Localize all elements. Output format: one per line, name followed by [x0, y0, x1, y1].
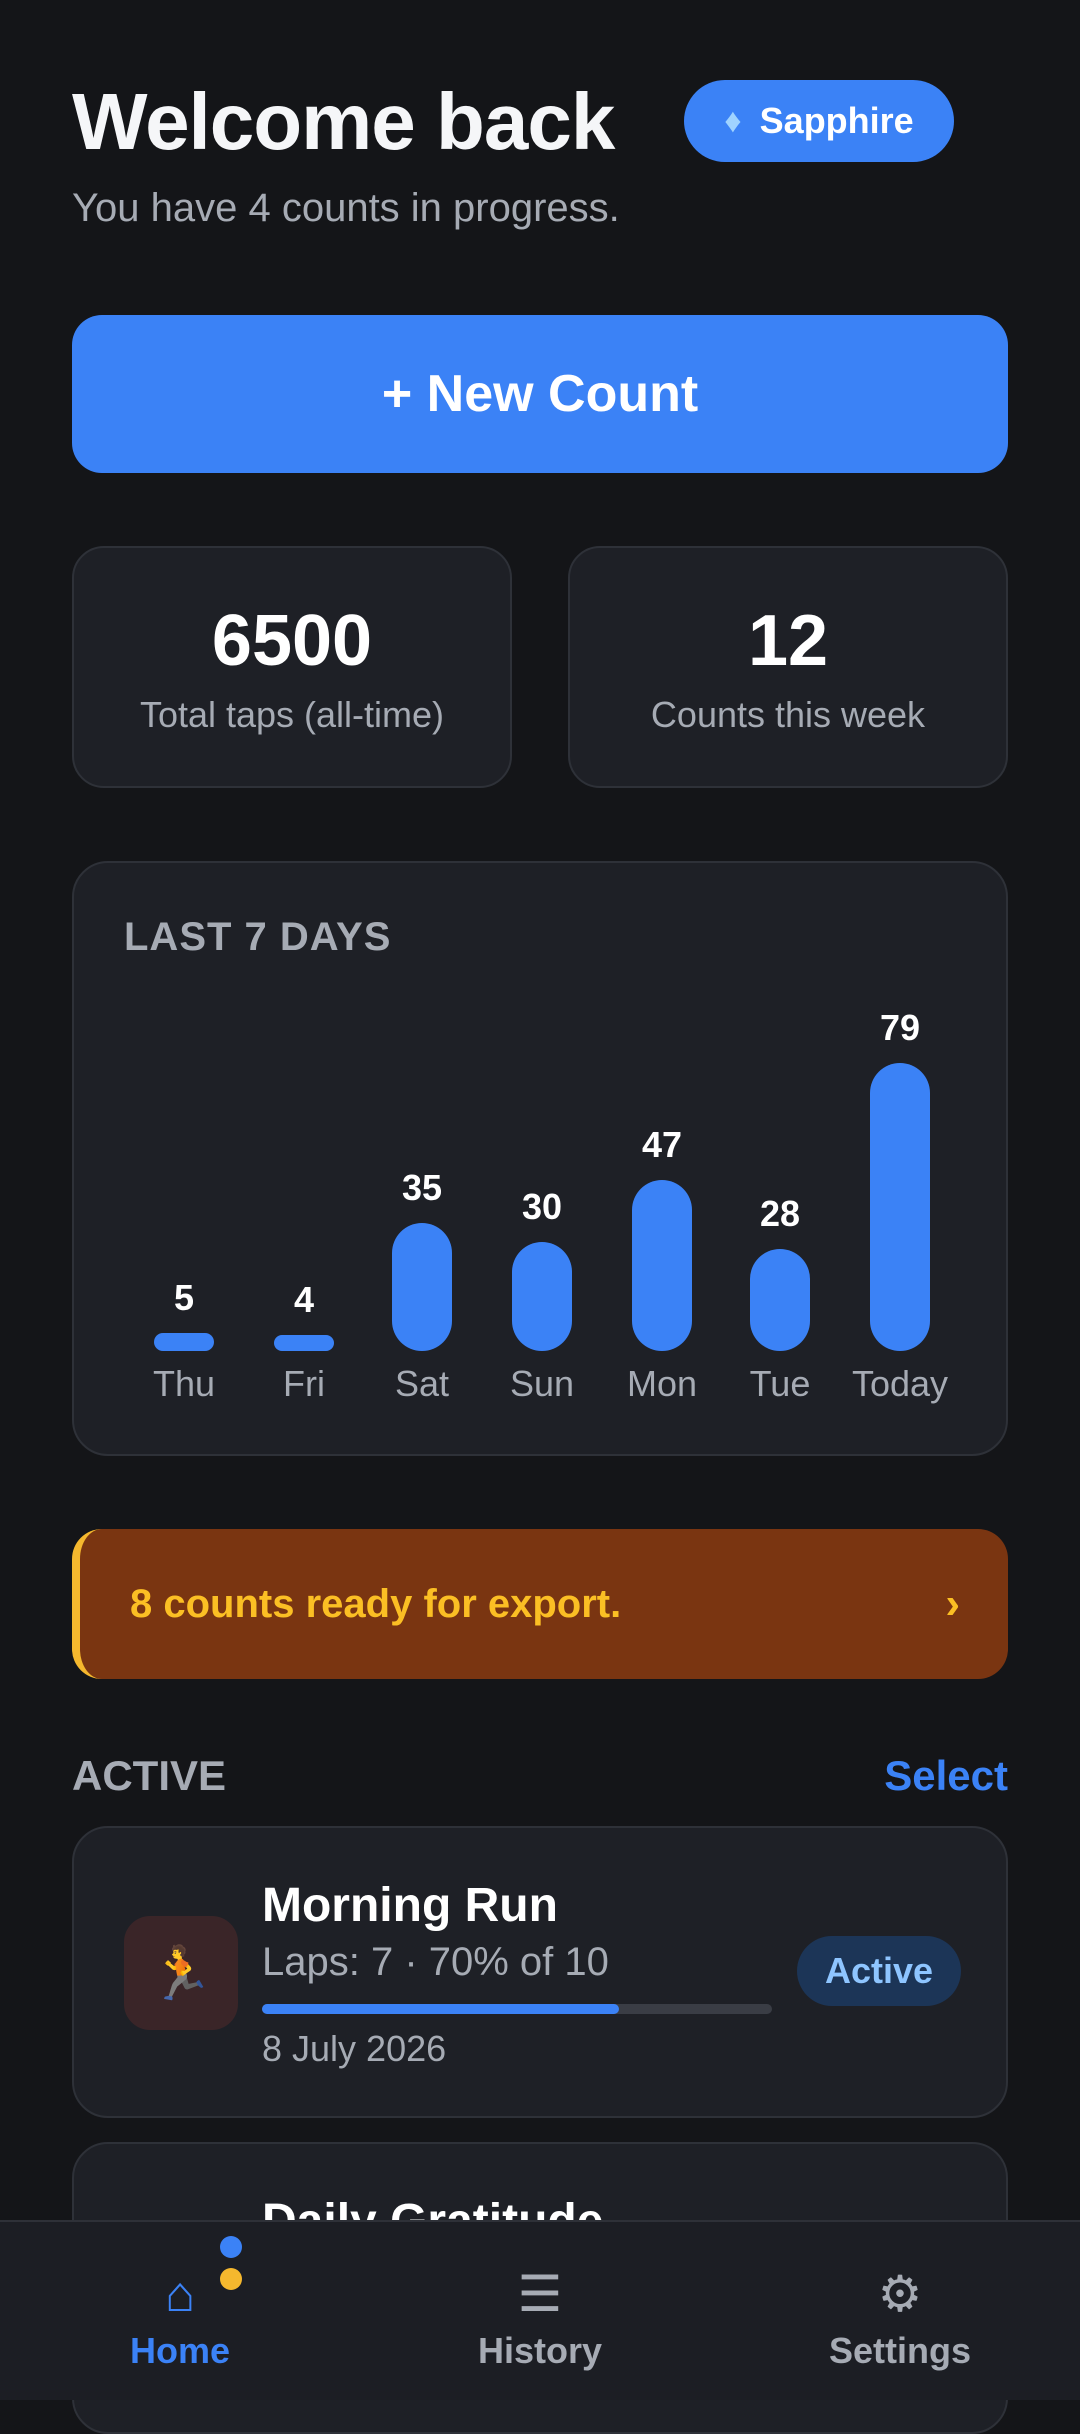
stat-value: 6500 — [211, 601, 373, 681]
chart-data-label: 47 — [641, 1124, 683, 1165]
notification-dot — [220, 2268, 242, 2290]
stat-value: 12 — [747, 601, 829, 681]
count-name: Morning Run — [262, 1879, 558, 1932]
count-card-morning-run[interactable]: 🏃 Morning Run Laps: 7 · 70% of 10 8 July… — [72, 1826, 1008, 2118]
tab-home[interactable]: ⌂ Home — [0, 2222, 360, 2402]
section-label-active: ACTIVE — [72, 1752, 227, 1799]
chart-tick-label: Sat — [394, 1363, 450, 1404]
count-date: 8 July 2026 — [262, 2028, 447, 2069]
progress-bar — [262, 2004, 772, 2014]
chart-tick-label: Sun — [509, 1363, 575, 1404]
tab-history[interactable]: ☰ History — [360, 2222, 720, 2402]
new-count-button[interactable]: + New Count — [72, 315, 1008, 473]
count-meta: Laps: 7 · 70% of 10 — [262, 1940, 609, 1984]
progress-fill — [262, 2004, 619, 2014]
chart-title: LAST 7 DAYS — [124, 915, 392, 959]
stat-label: Counts this week — [650, 694, 926, 735]
chart-tick-label: Tue — [749, 1363, 811, 1404]
status-badge: Active — [797, 1936, 961, 2006]
export-banner-text: 8 counts ready for export. — [130, 1581, 622, 1626]
stat-label: Total taps (all-time) — [139, 694, 445, 735]
tab-label: History — [477, 2330, 603, 2371]
stat-card-total-taps: 6500 Total taps (all-time) — [72, 546, 512, 788]
export-banner[interactable]: 8 counts ready for export. › — [72, 1529, 1008, 1679]
chart-bar — [392, 1223, 452, 1351]
bottom-tab-bar: ⌂ Home ☰ History ⚙ Settings — [0, 2220, 1080, 2400]
chart-bar — [750, 1249, 810, 1351]
stat-card-counts-week: 12 Counts this week — [568, 546, 1008, 788]
page-title: Welcome back — [72, 77, 615, 166]
chart-bar — [154, 1333, 214, 1351]
badge-label: Sapphire — [759, 100, 914, 141]
tab-label: Home — [129, 2330, 231, 2371]
gear-icon: ⚙ — [877, 2266, 923, 2322]
chart-data-label: 30 — [521, 1186, 563, 1227]
home-icon: ⌂ — [164, 2266, 196, 2322]
chart-data-label: 4 — [293, 1279, 315, 1320]
chevron-right-icon: › — [945, 1579, 960, 1628]
weekly-chart-card: LAST 7 DAYS 5 Thu 4 Fri 35 Sat 30 Sun 47 Mon 28 Tue… — [72, 861, 1008, 1456]
chart-bar — [274, 1335, 334, 1351]
runner-icon: 🏃 — [124, 1916, 238, 2030]
chart-data-label: 79 — [879, 1007, 921, 1048]
select-button[interactable]: Select — [884, 1752, 1008, 1800]
tab-settings[interactable]: ⚙ Settings — [720, 2222, 1080, 2402]
list-icon: ☰ — [517, 2266, 563, 2322]
chart-tick-label: Today — [851, 1363, 949, 1404]
chart-data-label: 5 — [173, 1277, 195, 1318]
notification-dot — [220, 2236, 242, 2258]
chart-tick-label: Thu — [152, 1363, 216, 1404]
chart-data-label: 35 — [401, 1167, 443, 1208]
tier-badge: ♦ Sapphire — [684, 80, 954, 162]
chart-bar — [870, 1063, 930, 1351]
chart-bar — [632, 1180, 692, 1351]
tab-label: Settings — [828, 2330, 971, 2371]
page-subtitle: You have 4 counts in progress. — [72, 186, 620, 230]
chart-bar — [512, 1242, 572, 1351]
gem-icon: ♦ — [724, 101, 742, 140]
chart-data-label: 28 — [759, 1193, 801, 1234]
